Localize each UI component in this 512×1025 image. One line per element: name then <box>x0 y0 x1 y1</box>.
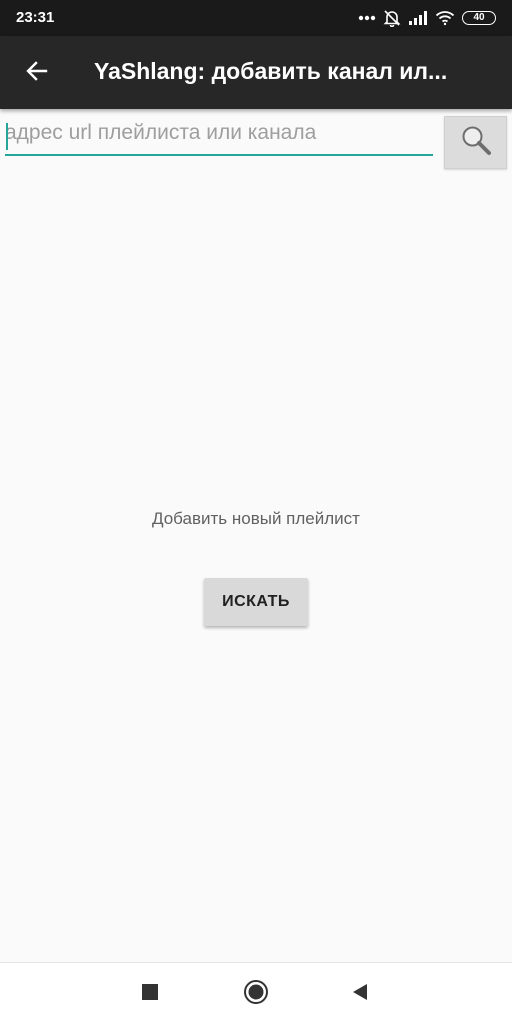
page-title: YaShlang: добавить канал ил... <box>94 58 448 84</box>
recents-square-icon <box>142 983 158 1005</box>
empty-state-message: Добавить новый плейлист <box>152 509 360 528</box>
arrow-back-icon <box>25 59 49 88</box>
back-button[interactable] <box>18 54 56 92</box>
status-bar: 23:31 40 <box>0 0 512 36</box>
status-time: 23:31 <box>16 9 55 26</box>
wifi-icon <box>435 10 455 26</box>
status-icons: 40 <box>358 8 496 28</box>
home-button[interactable] <box>242 979 270 1010</box>
app-bar: YaShlang: добавить канал ил... <box>0 36 512 109</box>
search-input[interactable] <box>5 118 433 156</box>
notifications-off-icon <box>383 9 401 27</box>
search-button[interactable] <box>444 116 507 169</box>
search-icon <box>459 123 493 162</box>
text-cursor <box>6 123 8 150</box>
more-dots-icon <box>358 15 376 21</box>
home-circle-icon <box>243 979 269 1010</box>
signal-icon <box>408 10 428 26</box>
recents-button[interactable] <box>136 980 164 1008</box>
system-nav-bar <box>0 962 512 1025</box>
back-triangle-icon <box>351 983 369 1006</box>
battery-level: 40 <box>473 12 485 23</box>
battery-icon: 40 <box>462 11 496 25</box>
search-action-button[interactable]: ИСКАТЬ <box>204 578 308 626</box>
system-back-button[interactable] <box>346 980 374 1008</box>
